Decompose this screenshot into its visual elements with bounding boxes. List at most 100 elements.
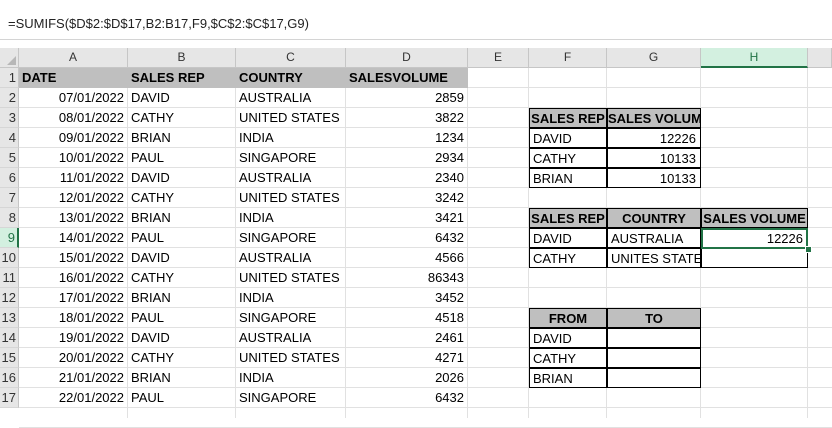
select-all-corner[interactable] [0,48,19,68]
table-cell[interactable]: INDIA [236,288,346,308]
summary1-cell[interactable]: CATHY [529,148,607,168]
formula-text[interactable]: =SUMIFS($D$2:$D$17,B2:B17,F9,$C$2:$C$17,… [8,16,309,31]
summary2-cell[interactable]: AUSTRALIA [607,228,701,248]
table-cell[interactable]: PAUL [128,228,236,248]
table-cell[interactable]: INDIA [236,208,346,228]
table-cell[interactable]: SINGAPORE [236,308,346,328]
column-header-b[interactable]: B [128,48,236,68]
table-cell[interactable]: 1234 [346,128,468,148]
row-header-13[interactable]: 13 [0,308,19,328]
table-cell[interactable]: 13/01/2022 [19,208,128,228]
table-cell[interactable]: 2859 [346,88,468,108]
row-header-8[interactable]: 8 [0,208,19,228]
summary3-cell[interactable] [607,348,701,368]
table-cell[interactable]: PAUL [128,308,236,328]
table-cell[interactable]: 16/01/2022 [19,268,128,288]
row-header-1[interactable]: 1 [0,68,19,88]
table-cell[interactable]: 3452 [346,288,468,308]
column-header-c[interactable]: C [236,48,346,68]
table-cell[interactable]: SINGAPORE [236,228,346,248]
table-cell[interactable]: DAVID [128,168,236,188]
table-header-cell[interactable]: DATE [19,68,128,88]
table-cell[interactable]: BRIAN [128,128,236,148]
summary1-cell[interactable]: BRIAN [529,168,607,188]
table-cell[interactable]: BRIAN [128,208,236,228]
table-cell[interactable]: 22/01/2022 [19,388,128,408]
table-cell[interactable]: PAUL [128,148,236,168]
row-header-17[interactable]: 17 [0,388,19,408]
summary3-cell[interactable] [607,328,701,348]
summary2-header-cell[interactable]: SALES VOLUME [701,208,808,228]
summary3-cell[interactable] [607,368,701,388]
table-cell[interactable]: CATHY [128,268,236,288]
active-cell-outline[interactable] [701,228,808,249]
row-header-15[interactable]: 15 [0,348,19,368]
column-header-g[interactable]: G [607,48,701,68]
summary3-cell[interactable]: BRIAN [529,368,607,388]
formula-bar[interactable]: =SUMIFS($D$2:$D$17,B2:B17,F9,$C$2:$C$17,… [0,0,832,40]
table-cell[interactable]: SINGAPORE [236,388,346,408]
table-header-cell[interactable]: SALESVOLUME [346,68,468,88]
summary2-cell[interactable]: UNITES STATES [607,248,701,268]
summary1-cell[interactable]: 12226 [607,128,701,148]
table-cell[interactable]: INDIA [236,128,346,148]
table-cell[interactable]: 4271 [346,348,468,368]
table-cell[interactable]: 6432 [346,228,468,248]
column-header-a[interactable]: A [19,48,128,68]
row-header-3[interactable]: 3 [0,108,19,128]
table-cell[interactable]: BRIAN [128,368,236,388]
table-cell[interactable]: SINGAPORE [236,148,346,168]
table-header-cell[interactable]: COUNTRY [236,68,346,88]
table-cell[interactable]: 2461 [346,328,468,348]
table-cell[interactable]: 2340 [346,168,468,188]
column-header-f[interactable]: F [529,48,607,68]
row-header-16[interactable]: 16 [0,368,19,388]
row-header-12[interactable]: 12 [0,288,19,308]
table-cell[interactable]: UNITED STATES [236,188,346,208]
summary1-cell[interactable]: 10133 [607,168,701,188]
summary3-cell[interactable]: CATHY [529,348,607,368]
table-cell[interactable]: 09/01/2022 [19,128,128,148]
table-cell[interactable]: 3242 [346,188,468,208]
table-cell[interactable]: AUSTRALIA [236,88,346,108]
table-cell[interactable]: AUSTRALIA [236,328,346,348]
row-header-9[interactable]: 9 [0,228,19,248]
table-cell[interactable]: 12/01/2022 [19,188,128,208]
table-cell[interactable]: CATHY [128,348,236,368]
table-cell[interactable]: UNITED STATES [236,108,346,128]
row-header-7[interactable]: 7 [0,188,19,208]
table-cell[interactable]: 4518 [346,308,468,328]
summary2-cell[interactable] [701,248,808,268]
table-cell[interactable]: 10/01/2022 [19,148,128,168]
row-header-4[interactable]: 4 [0,128,19,148]
table-cell[interactable]: 14/01/2022 [19,228,128,248]
table-cell[interactable]: 08/01/2022 [19,108,128,128]
table-cell[interactable]: INDIA [236,368,346,388]
summary3-cell[interactable]: DAVID [529,328,607,348]
table-cell[interactable]: 4566 [346,248,468,268]
column-header-e[interactable]: E [468,48,529,68]
summary1-cell[interactable]: 10133 [607,148,701,168]
table-cell[interactable]: DAVID [128,328,236,348]
column-header-h[interactable]: H [701,48,808,68]
table-header-cell[interactable]: SALES REP [128,68,236,88]
summary1-header-cell[interactable]: SALES REP [529,108,607,128]
table-cell[interactable]: 3822 [346,108,468,128]
row-header-10[interactable]: 10 [0,248,19,268]
summary1-header-cell[interactable]: SALES VOLUME [607,108,701,128]
table-cell[interactable]: 07/01/2022 [19,88,128,108]
table-cell[interactable]: DAVID [128,88,236,108]
table-cell[interactable]: AUSTRALIA [236,248,346,268]
summary3-header-cell[interactable]: FROM [529,308,607,328]
row-header-14[interactable]: 14 [0,328,19,348]
table-cell[interactable]: UNITED STATES [236,268,346,288]
table-cell[interactable]: 6432 [346,388,468,408]
summary2-header-cell[interactable]: COUNTRY [607,208,701,228]
row-header-5[interactable]: 5 [0,148,19,168]
table-cell[interactable]: 15/01/2022 [19,248,128,268]
table-cell[interactable]: 3421 [346,208,468,228]
summary2-header-cell[interactable]: SALES REP [529,208,607,228]
column-header-d[interactable]: D [346,48,468,68]
table-cell[interactable]: BRIAN [128,288,236,308]
table-cell[interactable]: PAUL [128,388,236,408]
